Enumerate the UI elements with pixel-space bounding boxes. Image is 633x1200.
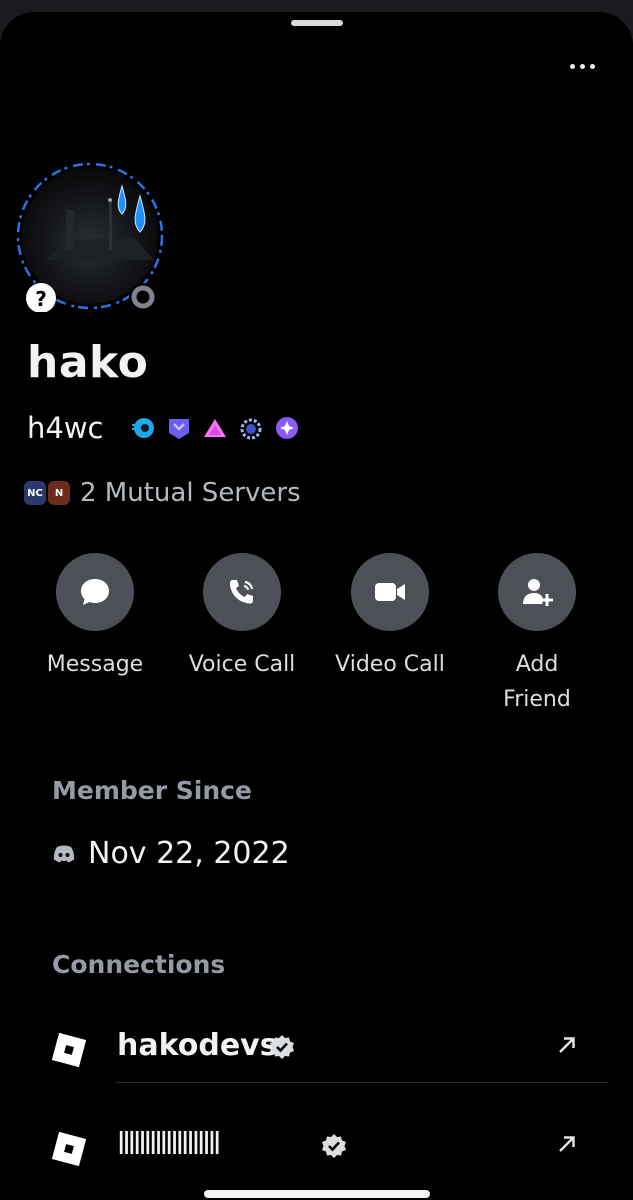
dot-icon [589, 63, 595, 69]
server-icon: NC [24, 481, 46, 505]
mutual-servers-button[interactable]: NC N 2 Mutual Servers [24, 478, 301, 508]
dot-icon [569, 63, 575, 69]
verified-icon [270, 1035, 294, 1059]
chat-bubble-icon [81, 579, 109, 605]
divider [116, 1082, 608, 1083]
laurel-icon[interactable] [238, 415, 264, 441]
hypesquad-icon[interactable] [130, 415, 156, 441]
more-options-button[interactable] [560, 54, 604, 78]
message-button[interactable]: Message [30, 553, 160, 682]
svg-text:?: ? [35, 287, 47, 311]
voice-call-label: Voice Call [188, 652, 296, 677]
roblox-icon [52, 1033, 86, 1067]
connection-name: lllllllllllllllllll [117, 1127, 221, 1162]
nitro-icon[interactable] [202, 415, 228, 441]
home-indicator[interactable] [204, 1190, 430, 1198]
member-since-title: Member Since [52, 776, 252, 805]
avatar[interactable]: ? [14, 160, 166, 312]
connection-name: hakodevs [117, 1028, 278, 1063]
add-friend-label: Add Friend [503, 652, 571, 712]
discord-logo-icon [53, 845, 75, 862]
username[interactable]: h4wc [27, 411, 104, 445]
external-link-icon[interactable] [556, 1133, 578, 1155]
video-call-label: Video Call [335, 652, 445, 677]
member-since-date: Nov 22, 2022 [88, 836, 290, 871]
username-row: h4wc [27, 408, 310, 448]
video-call-button[interactable]: Video Call [325, 553, 455, 682]
connections-title: Connections [52, 950, 226, 979]
add-friend-icon [523, 579, 553, 606]
voice-call-button[interactable]: Voice Call [177, 553, 307, 682]
connection-item[interactable]: lllllllllllllllllll [0, 1099, 633, 1195]
sheet-drag-handle[interactable] [291, 20, 343, 26]
server-booster-icon[interactable] [166, 415, 192, 441]
add-friend-button[interactable]: Add Friend [472, 553, 602, 717]
phone-icon [230, 580, 254, 604]
display-name: hako [27, 337, 149, 388]
profile-sheet: ? hako h4wc NC N 2 Mutual Servers Messag… [0, 12, 633, 1200]
quest-icon[interactable] [274, 415, 300, 441]
video-camera-icon [375, 583, 405, 601]
mutual-servers-label: 2 Mutual Servers [80, 478, 301, 508]
verified-icon [322, 1134, 346, 1158]
member-since-row: Nov 22, 2022 [52, 836, 290, 871]
message-label: Message [46, 652, 144, 677]
server-icon: N [48, 481, 70, 505]
external-link-icon[interactable] [556, 1034, 578, 1056]
roblox-icon [52, 1132, 86, 1166]
dot-icon [579, 63, 585, 69]
